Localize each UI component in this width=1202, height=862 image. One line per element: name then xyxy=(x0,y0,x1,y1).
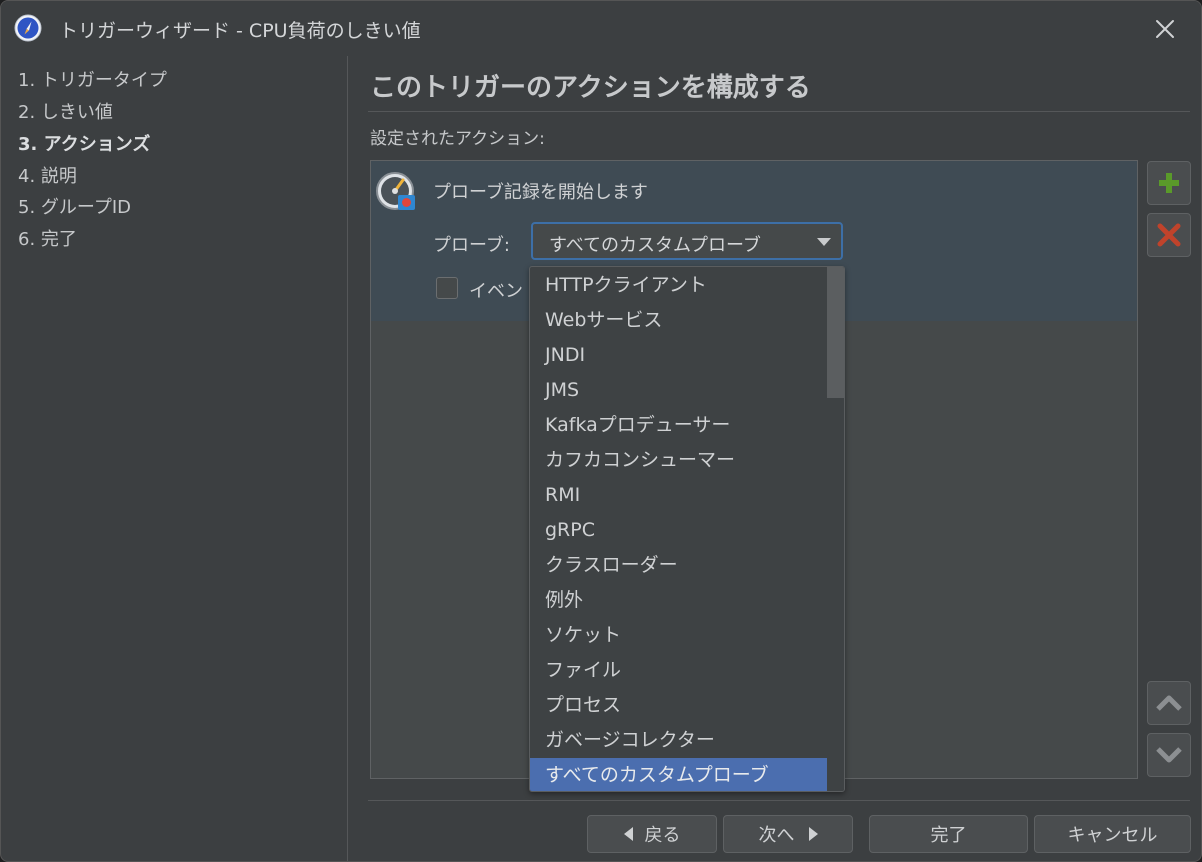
close-button[interactable] xyxy=(1149,13,1181,45)
app-compass-icon xyxy=(14,14,42,42)
add-action-button[interactable] xyxy=(1147,161,1191,205)
cancel-button-label: キャンセル xyxy=(1067,825,1158,846)
step-threshold: 2. しきい値 xyxy=(18,102,113,123)
back-arrow-icon xyxy=(623,827,633,841)
next-button-label: 次へ xyxy=(758,825,795,846)
dropdown-option-class-loader[interactable]: クラスローダー xyxy=(530,548,828,583)
probe-dropdown-list[interactable]: HTTPクライアント Webサービス JNDI JMS Kafkaプロデューサー… xyxy=(529,266,845,792)
chevron-down-icon xyxy=(1156,747,1182,763)
dropdown-option-web-services[interactable]: Webサービス xyxy=(530,303,828,338)
dropdown-option-rmi[interactable]: RMI xyxy=(530,478,828,513)
dropdown-option-garbage-collector[interactable]: ガベージコレクター xyxy=(530,723,828,758)
cancel-button[interactable]: キャンセル xyxy=(1034,815,1191,853)
back-button-label: 戻る xyxy=(644,825,681,846)
events-checkbox-label: イベン xyxy=(469,281,523,302)
dropdown-arrow-icon xyxy=(817,238,831,246)
action-title: プローブ記録を開始します xyxy=(433,182,648,203)
back-button[interactable]: 戻る xyxy=(587,815,717,853)
dropdown-option-jndi[interactable]: JNDI xyxy=(530,338,828,373)
page-title: このトリガーのアクションを構成する xyxy=(370,73,811,103)
dropdown-option-processes[interactable]: プロセス xyxy=(530,688,828,723)
dropdown-option-jms[interactable]: JMS xyxy=(530,373,828,408)
finish-button-label: 完了 xyxy=(930,825,967,846)
step-description: 4. 説明 xyxy=(18,166,77,187)
chevron-up-icon xyxy=(1156,695,1182,711)
move-down-button[interactable] xyxy=(1147,733,1191,777)
dropdown-option-kafka-producer[interactable]: Kafkaプロデューサー xyxy=(530,408,828,443)
wizard-steps-panel: 1. トリガータイプ 2. しきい値 3. アクションズ 4. 説明 5. グル… xyxy=(1,56,348,861)
title-bar: トリガーウィザード - CPU負荷のしきい値 xyxy=(1,1,1201,56)
heading-divider xyxy=(368,111,1190,112)
close-icon xyxy=(1156,20,1174,38)
dropdown-option-sockets[interactable]: ソケット xyxy=(530,618,828,653)
dropdown-option-http-client[interactable]: HTTPクライアント xyxy=(530,268,828,303)
events-checkbox[interactable] xyxy=(436,277,458,299)
dropdown-option-all-custom-probes[interactable]: すべてのカスタムプローブ xyxy=(530,758,828,791)
trigger-wizard-window: トリガーウィザード - CPU負荷のしきい値 1. トリガータイプ 2. しきい… xyxy=(0,0,1202,862)
probe-recording-icon xyxy=(375,171,419,215)
finish-button[interactable]: 完了 xyxy=(869,815,1028,853)
delete-x-icon xyxy=(1157,223,1181,247)
plus-icon xyxy=(1159,173,1179,193)
dropdown-option-files[interactable]: ファイル xyxy=(530,653,828,688)
move-up-button[interactable] xyxy=(1147,681,1191,725)
dropdown-option-grpc[interactable]: gRPC xyxy=(530,513,828,548)
dropdown-scrollbar-thumb[interactable] xyxy=(827,267,844,398)
window-title: トリガーウィザード - CPU負荷のしきい値 xyxy=(59,20,421,42)
remove-action-button[interactable] xyxy=(1147,213,1191,257)
next-arrow-icon xyxy=(808,827,818,841)
probe-select-value: すべてのカスタムプローブ xyxy=(549,235,761,256)
next-button[interactable]: 次へ xyxy=(723,815,853,853)
footer-divider xyxy=(368,800,1190,801)
step-finish: 6. 完了 xyxy=(18,229,77,250)
probe-label: プローブ: xyxy=(433,235,510,256)
step-group-id: 5. グループID xyxy=(18,197,131,218)
dropdown-option-exceptions[interactable]: 例外 xyxy=(530,583,828,618)
step-trigger-type: 1. トリガータイプ xyxy=(18,70,167,91)
probe-select[interactable]: すべてのカスタムプローブ xyxy=(531,222,843,260)
dropdown-scrollbar[interactable] xyxy=(827,267,844,791)
step-actions: 3. アクションズ xyxy=(18,134,151,155)
dropdown-option-kafka-consumer[interactable]: カフカコンシューマー xyxy=(530,443,828,478)
configured-actions-label: 設定されたアクション: xyxy=(370,129,545,149)
